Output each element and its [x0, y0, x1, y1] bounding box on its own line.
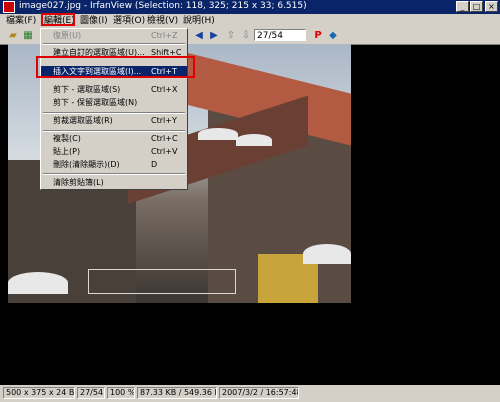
menu-view[interactable]: 檢視(V) — [147, 15, 178, 27]
menu-cut-selection[interactable]: 剪下 - 選取區域(S) Ctrl+X — [41, 84, 187, 96]
menu-copy[interactable]: 複製(C) Ctrl+C — [41, 133, 187, 145]
status-date: 2007/3/2 / 16:57:48 — [219, 387, 299, 399]
page-number-field[interactable]: 27/54 — [254, 29, 306, 41]
menu-delete[interactable]: 刪除(清除顯示)(D) D — [41, 159, 187, 171]
up-icon[interactable]: ⇧ — [225, 30, 237, 42]
insert-text-menu-highlight — [36, 56, 195, 78]
menu-image[interactable]: 圖像(I) — [80, 15, 108, 27]
down-icon[interactable]: ⇩ — [240, 30, 252, 42]
status-dimensions: 500 x 375 x 24 BPP — [3, 387, 75, 399]
next-icon[interactable]: ▶ — [208, 30, 220, 42]
menu-cut-keep-selection[interactable]: 剪下 - 保留選取區域(N) — [41, 97, 187, 109]
edit-dropdown-menu: 復原(U) Ctrl+Z 建立自訂的選取區域(U)... Shift+C 插入文字到… — [40, 28, 188, 190]
p-icon[interactable]: P — [312, 30, 324, 42]
photo-umbrella — [236, 134, 272, 146]
photo-umbrella — [198, 128, 238, 140]
menu-file[interactable]: 檔案(F) — [6, 15, 36, 27]
title-bar[interactable]: image027.jpg - IrfanView (Selection: 118… — [0, 0, 500, 14]
menu-clear-clipboard[interactable]: 清除剪貼簿(L) — [41, 177, 187, 189]
paint-icon[interactable]: ◆ — [327, 30, 339, 42]
close-button[interactable]: × — [485, 1, 498, 12]
menu-separator — [43, 173, 185, 175]
menu-crop-selection[interactable]: 剪裁選取區域(R) Ctrl+Y — [41, 115, 187, 127]
menu-options[interactable]: 選項(O) — [113, 15, 145, 27]
maximize-button[interactable]: □ — [470, 1, 483, 12]
open-icon[interactable]: ▰ — [7, 30, 19, 42]
menu-separator — [43, 43, 185, 45]
status-bar: 500 x 375 x 24 BPP 27/54 100 % 87.33 KB … — [0, 385, 500, 402]
photo-umbrella — [303, 244, 351, 264]
selection-rectangle[interactable] — [88, 269, 236, 294]
menu-undo[interactable]: 復原(U) Ctrl+Z — [41, 30, 187, 42]
prev-icon[interactable]: ◀ — [193, 30, 205, 42]
status-page: 27/54 — [77, 387, 105, 399]
window-title: image027.jpg - IrfanView (Selection: 118… — [19, 1, 307, 11]
thumbnail-icon[interactable]: ▦ — [22, 30, 34, 42]
minimize-button[interactable]: _ — [456, 1, 469, 12]
menu-separator — [43, 112, 185, 114]
menu-bar: 檔案(F) 編輯(E) 圖像(I) 選項(O) 檢視(V) 說明(H) — [0, 14, 500, 28]
menu-help[interactable]: 說明(H) — [183, 15, 215, 27]
menu-paste[interactable]: 貼上(P) Ctrl+V — [41, 146, 187, 158]
photo-umbrella — [8, 272, 68, 294]
status-zoom: 100 % — [107, 387, 135, 399]
app-icon — [3, 1, 15, 13]
edit-menu-highlight — [41, 13, 75, 26]
menu-separator — [43, 130, 185, 132]
status-file-size: 87.33 KB / 549.36 KB — [137, 387, 217, 399]
irfanview-window: image027.jpg - IrfanView (Selection: 118… — [0, 0, 500, 402]
